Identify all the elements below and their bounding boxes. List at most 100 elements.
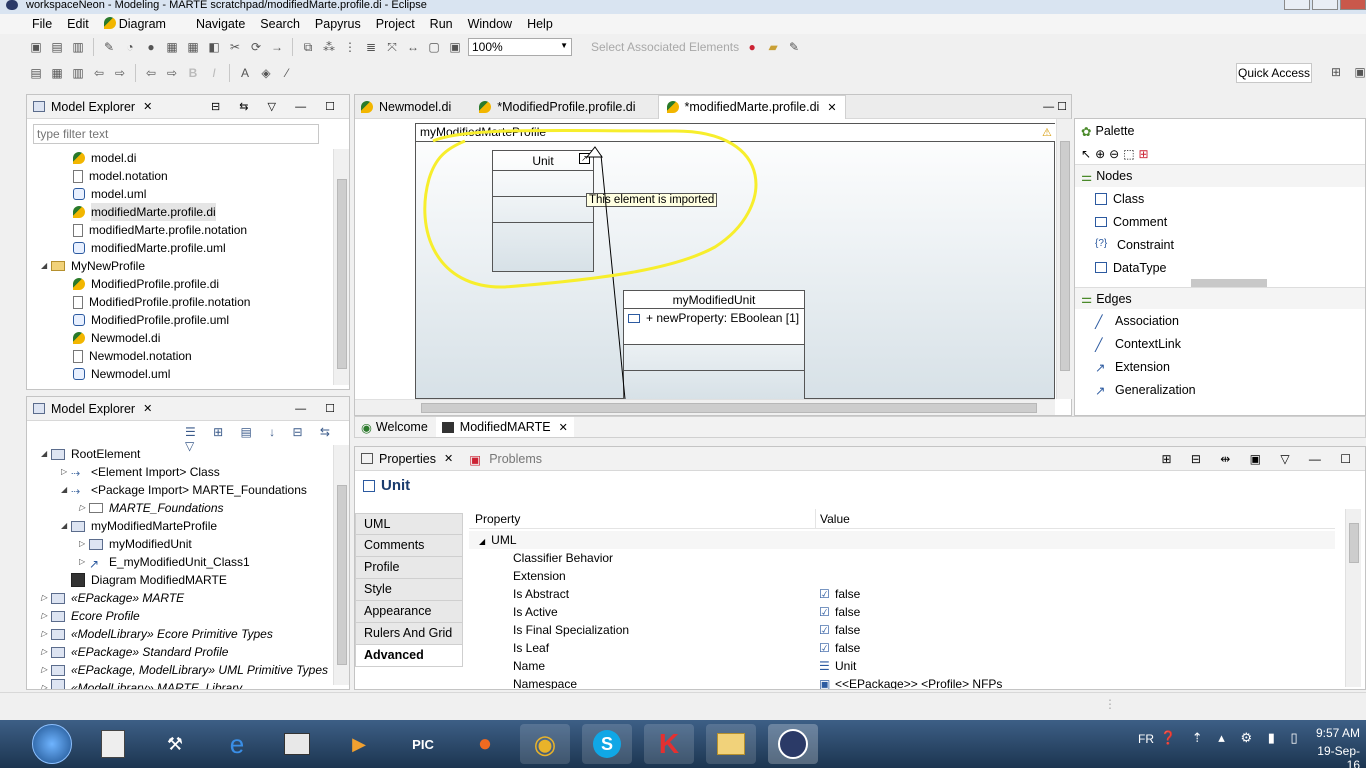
papyrus-icon[interactable]: ◔	[122, 39, 138, 55]
tree-item-model-di[interactable]: model.di	[27, 149, 333, 167]
tree-package-import[interactable]: ◢ ⇢ <Package Import> MARTE_Foundations	[27, 481, 333, 499]
taskbar-skype-icon[interactable]: S	[582, 724, 632, 764]
scroll-thumb[interactable]	[1349, 523, 1359, 563]
taskbar-kaspersky-icon[interactable]: K	[644, 724, 694, 764]
editor-horizontal-scrollbar[interactable]	[355, 399, 1055, 415]
explorer-bottom-scrollbar[interactable]	[333, 445, 349, 685]
run-icon[interactable]: ●	[744, 39, 760, 55]
link-icon[interactable]: ⟳	[248, 39, 264, 55]
palette-item-datatype[interactable]: DataType	[1075, 256, 1365, 279]
menu-edit[interactable]: Edit	[67, 17, 89, 31]
model-explorer-tab[interactable]: Model Explorer ✕ — ☐	[27, 397, 349, 421]
tree-item-mynewprofile[interactable]: ◢ MyNewProfile	[27, 257, 333, 275]
taskbar-chrome-icon[interactable]: ◉	[520, 724, 570, 764]
palette-scroll-indicator[interactable]	[1191, 279, 1267, 287]
connection-tool-icon[interactable]: ⊞	[1139, 147, 1149, 161]
menu-file[interactable]: File	[32, 17, 52, 31]
table-row[interactable]: Extension	[469, 567, 1335, 585]
scroll-thumb[interactable]	[1060, 141, 1070, 371]
open-folder-icon[interactable]: ▰	[765, 39, 781, 55]
font-color-icon[interactable]: A	[237, 65, 253, 81]
collapse-icon[interactable]: ◢	[41, 257, 51, 275]
layout-icon[interactable]: ▦	[164, 39, 180, 55]
menu-run[interactable]: Run	[430, 17, 453, 31]
tree-diagram[interactable]: Diagram ModifiedMARTE	[27, 571, 333, 589]
tree-item-modifiedprofile-uml[interactable]: ModifiedProfile.profile.uml	[27, 311, 333, 329]
clock-date[interactable]: 19-Sep-16	[1304, 744, 1360, 768]
papyrus-perspective-icon[interactable]: ▣	[1352, 64, 1366, 80]
distribute-icon[interactable]: ⋮	[342, 39, 358, 55]
taskbar-explorer-icon[interactable]	[706, 724, 756, 764]
tab-newmodel[interactable]: Newmodel.di	[361, 100, 451, 114]
tree-item-modifiedprofile-notation[interactable]: ModifiedProfile.profile.notation	[27, 293, 333, 311]
palette-item-extension[interactable]: ↗ Extension	[1075, 355, 1365, 378]
prop-tab-comments[interactable]: Comments	[355, 535, 463, 557]
tree-item-modifiedprofile-di[interactable]: ModifiedProfile.profile.di	[27, 275, 333, 293]
prop-tab-rulers-grid[interactable]: Rulers And Grid	[355, 623, 463, 645]
menu-papyrus[interactable]: Papyrus	[315, 17, 361, 31]
taskbar-firefox-icon[interactable]: ●	[460, 724, 510, 764]
menu-search[interactable]: Search	[260, 17, 300, 31]
palette-item-association[interactable]: ╱ Association	[1075, 309, 1365, 332]
tree-epackage-marte[interactable]: ▷ «EPackage» MARTE	[27, 589, 333, 607]
close-icon[interactable]: ✕	[827, 101, 836, 114]
table-row[interactable]: Classifier Behavior	[469, 549, 1335, 567]
table-row-group-uml[interactable]: ◢ UML	[469, 531, 1335, 549]
route-icon[interactable]: ⤧	[384, 39, 400, 55]
tab-properties[interactable]: Properties ✕	[361, 452, 453, 466]
size-icon[interactable]: ↔	[405, 39, 421, 55]
zoom-out-icon[interactable]: ⊖	[1109, 147, 1119, 161]
font-icon[interactable]: ▤	[28, 65, 44, 81]
prop-tab-profile[interactable]: Profile	[355, 557, 463, 579]
menu-window[interactable]: Window	[468, 17, 512, 31]
marquee-icon[interactable]: ⬚	[1123, 147, 1134, 161]
scroll-thumb[interactable]	[337, 179, 347, 369]
zoom-in-icon[interactable]: ⊕	[1095, 147, 1105, 161]
tab-problems[interactable]: ▣ Problems	[469, 452, 542, 467]
line-color-icon[interactable]: ▥	[70, 65, 86, 81]
tree-uml-primitive-types[interactable]: ▷ «EPackage, ModelLibrary» UML Primitive …	[27, 661, 333, 679]
tab-modifiedmarte[interactable]: *modifiedMarte.profile.di ✕	[657, 94, 846, 119]
tools-icon[interactable]: ✎	[786, 39, 802, 55]
tree-element-import[interactable]: ▷ ⇢ <Element Import> Class	[27, 463, 333, 481]
save-icon[interactable]: ▤	[49, 39, 65, 55]
prop-tab-appearance[interactable]: Appearance	[355, 601, 463, 623]
expand-icon[interactable]: ▷	[41, 661, 51, 679]
tree-standard-profile[interactable]: ▷ «EPackage» Standard Profile	[27, 643, 333, 661]
tab-modifiedmarte-diagram[interactable]: ModifiedMARTE ✕	[435, 417, 574, 437]
diagram-canvas[interactable]: myModifiedMarteProfile ⚠ Unit ↗ This ele…	[355, 119, 1055, 399]
close-icon[interactable]: ✕	[143, 100, 152, 113]
align-icon[interactable]: ⁂	[321, 39, 337, 55]
tree-ecore-primitive-types[interactable]: ▷ «ModelLibrary» Ecore Primitive Types	[27, 625, 333, 643]
palette-item-contextlink[interactable]: ╱ ContextLink	[1075, 332, 1365, 355]
select-tool-icon[interactable]: ↖	[1081, 147, 1091, 161]
view-controls-icons[interactable]: — ☐	[295, 402, 343, 415]
back-icon[interactable]: ⇦	[91, 65, 107, 81]
fill-icon[interactable]: ▦	[49, 65, 65, 81]
start-button[interactable]	[32, 724, 72, 764]
properties-toolbar-icons[interactable]: ⊞ ⊟ ⇹ ▣ ▽ — ☐	[1162, 452, 1360, 466]
explorer-top-scrollbar[interactable]	[333, 149, 349, 385]
close-icon[interactable]: ✕	[444, 452, 453, 465]
tab-welcome[interactable]: ◉ Welcome	[361, 420, 428, 435]
close-window-button[interactable]	[1340, 0, 1366, 10]
forward-icon[interactable]: ⇨	[112, 65, 128, 81]
taskbar-media-icon[interactable]: ▶	[334, 724, 384, 764]
palette-drawer-edges[interactable]: ⚌ Edges	[1075, 287, 1365, 309]
expand-icon[interactable]: ▷	[61, 463, 71, 481]
zoom-select[interactable]: 100%	[468, 38, 572, 56]
tree-marte-foundations[interactable]: ▷ MARTE_Foundations	[27, 499, 333, 517]
table-row[interactable]: Is Leaf ☑ false	[469, 639, 1335, 657]
tree-item-modifiedmarte-di[interactable]: modifiedMarte.profile.di	[27, 203, 333, 221]
prop-tab-uml[interactable]: UML	[355, 513, 463, 535]
globe-icon[interactable]: ●	[143, 39, 159, 55]
arrange-icon[interactable]: ≣	[363, 39, 379, 55]
line-style-icon[interactable]: ⁄	[279, 65, 295, 81]
scissors-icon[interactable]: ✂	[227, 39, 243, 55]
tree-root-element[interactable]: ◢ RootElement	[27, 445, 333, 463]
taskbar-eclipse-icon[interactable]	[768, 724, 818, 764]
tab-modifiedprofile[interactable]: *ModifiedProfile.profile.di	[479, 100, 636, 114]
scroll-thumb[interactable]	[421, 403, 1037, 413]
copy-format-icon[interactable]: ⧉	[300, 39, 316, 55]
tree-ecore-profile[interactable]: ▷ Ecore Profile	[27, 607, 333, 625]
